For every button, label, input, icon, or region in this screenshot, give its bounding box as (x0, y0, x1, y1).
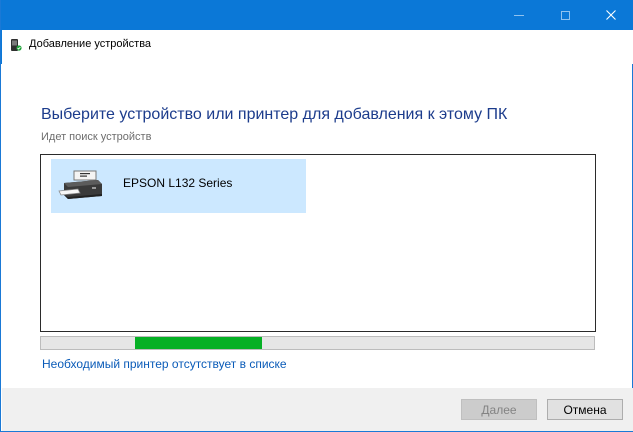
device-wizard-icon (11, 39, 22, 51)
next-button[interactable]: Далее (461, 399, 537, 420)
window-title: Добавление устройства (29, 38, 152, 50)
maximize-button[interactable] (542, 0, 588, 30)
device-name: EPSON L132 Series (123, 176, 233, 190)
maximize-icon (560, 10, 570, 20)
device-list[interactable]: EPSON L132 Series (40, 154, 596, 332)
printer-icon (58, 170, 102, 199)
close-icon (606, 10, 616, 20)
device-item[interactable]: EPSON L132 Series (51, 159, 306, 213)
footer: Далее Отмена (2, 388, 633, 431)
search-progress-bar (40, 336, 595, 350)
search-status: Идет поиск устройств (41, 131, 152, 143)
minimize-icon (514, 14, 524, 16)
printer-not-listed-link[interactable]: Необходимый принтер отсутствует в списке (42, 357, 287, 371)
page-heading: Выберите устройство или принтер для доба… (41, 106, 508, 123)
cancel-button[interactable]: Отмена (547, 399, 623, 420)
close-button[interactable] (588, 0, 633, 30)
minimize-button[interactable] (496, 0, 542, 30)
add-device-window: Добавление устройства Выберите устройств… (0, 0, 633, 432)
progress-fill (135, 337, 262, 349)
